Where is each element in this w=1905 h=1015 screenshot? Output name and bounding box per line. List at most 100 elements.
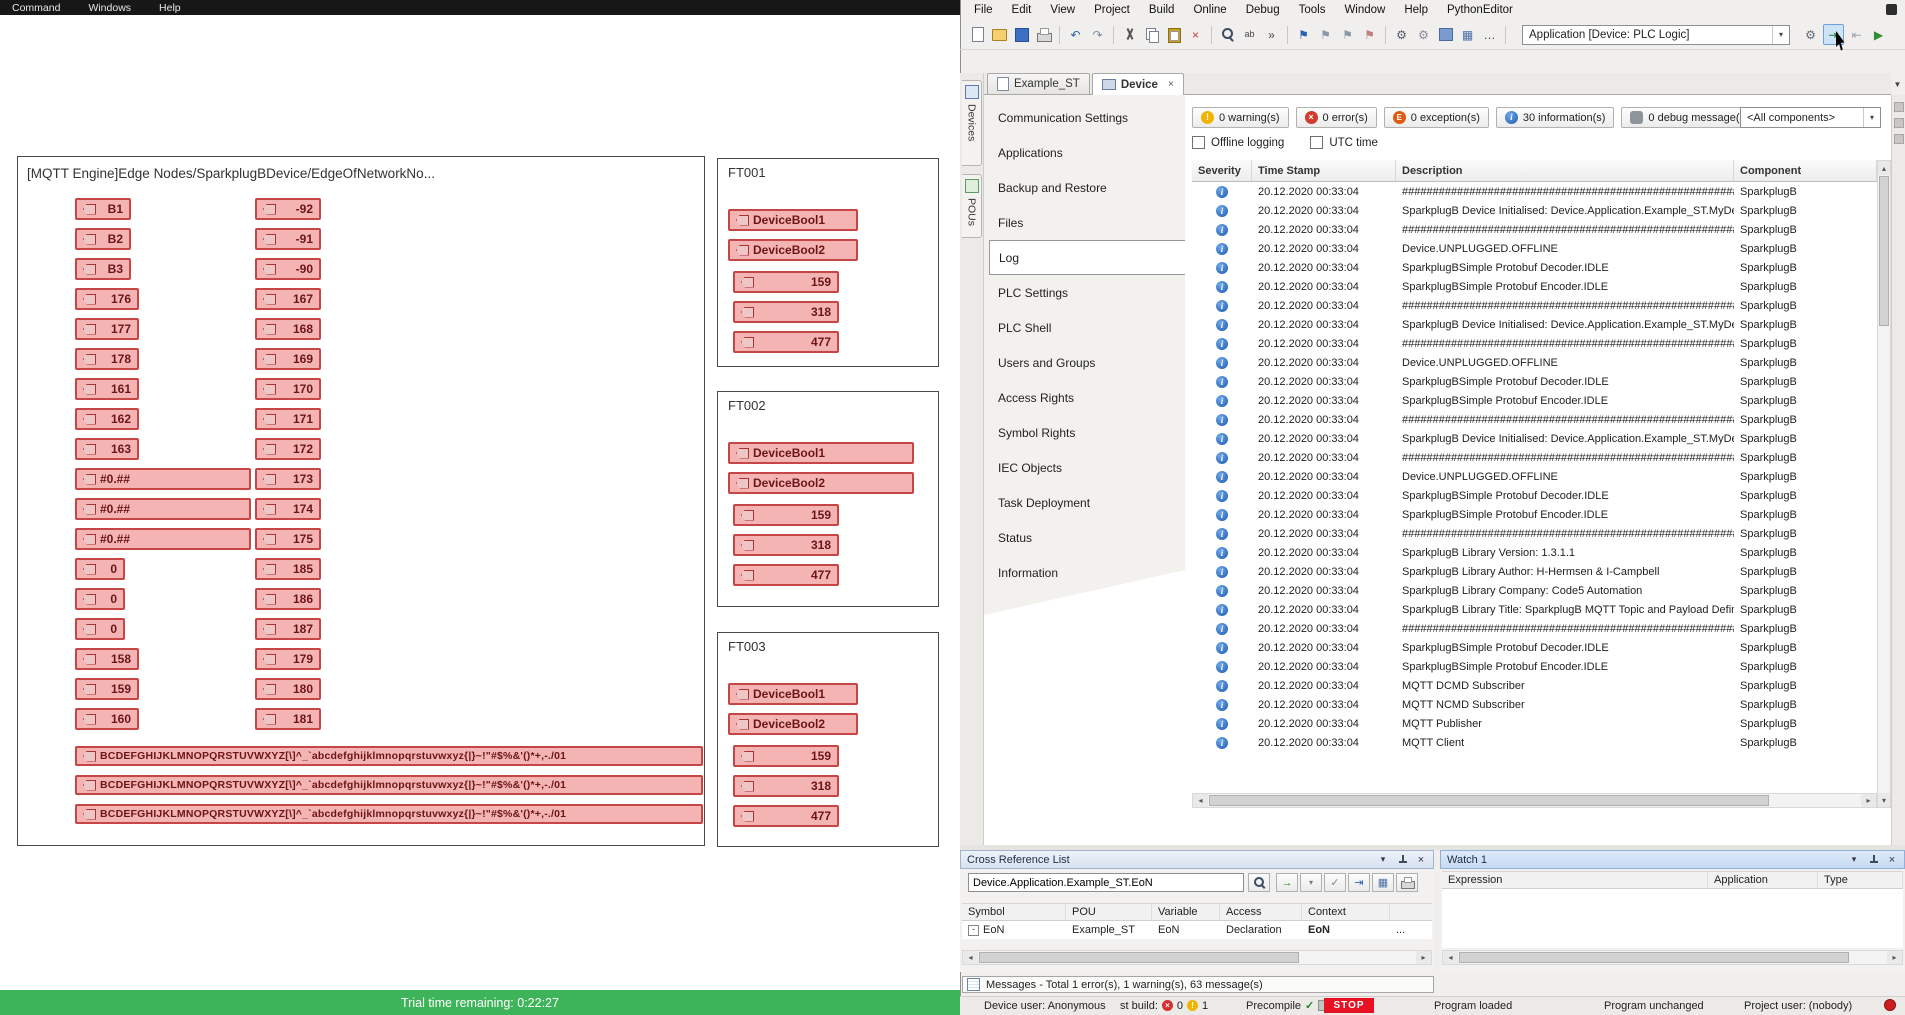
side-tab-pous[interactable]: POUs xyxy=(962,174,982,238)
cross-ref-row[interactable]: - EoN Example_ST EoN Declaration EoN ... xyxy=(962,921,1432,939)
log-row[interactable]: 20.12.2020 00:33:04MQTT ClientSparkplugB xyxy=(1192,733,1877,752)
project-grid-icon[interactable]: ▦ xyxy=(1458,25,1477,44)
log-row[interactable]: 20.12.2020 00:33:04#####################… xyxy=(1192,182,1877,201)
compile-icon[interactable]: ⚙ xyxy=(1392,25,1411,44)
scrollbar-thumb[interactable] xyxy=(1879,176,1889,326)
find-icon[interactable] xyxy=(1218,25,1237,44)
print-icon[interactable] xyxy=(1034,25,1053,44)
log-column-severity[interactable]: Severity xyxy=(1192,160,1252,181)
log-column-component[interactable]: Component xyxy=(1734,160,1877,181)
jump-to-icon[interactable]: ⇥ xyxy=(1348,873,1370,892)
log-row[interactable]: 20.12.2020 00:33:04SparkplugB Library Co… xyxy=(1192,581,1877,600)
menu-item-windows[interactable]: Windows xyxy=(88,2,131,14)
print-icon[interactable] xyxy=(1396,873,1418,892)
messages-bar[interactable]: Messages - Total 1 error(s), 1 warning(s… xyxy=(962,976,1434,993)
log-row[interactable]: 20.12.2020 00:33:04SparkplugB Device Ini… xyxy=(1192,315,1877,334)
log-column-description[interactable]: Description xyxy=(1396,160,1734,181)
chevron-down-icon[interactable]: ▾ xyxy=(1863,108,1880,127)
device-nav-plc-shell[interactable]: PLC Shell xyxy=(984,310,1185,345)
paste-icon[interactable] xyxy=(1164,25,1183,44)
pin-icon[interactable] xyxy=(1867,854,1879,866)
menu-item-debug[interactable]: Debug xyxy=(1246,4,1280,16)
search-icon[interactable] xyxy=(1248,873,1270,892)
log-filter-exception[interactable]: E0 exception(s) xyxy=(1384,107,1489,128)
log-row[interactable]: 20.12.2020 00:33:04SparkplugBSimple Prot… xyxy=(1192,638,1877,657)
device-nav-plc-settings[interactable]: PLC Settings xyxy=(984,275,1185,310)
device-nav-iec-objects[interactable]: IEC Objects xyxy=(984,450,1185,485)
copy-icon[interactable] xyxy=(1142,25,1161,44)
log-row[interactable]: 20.12.2020 00:33:04MQTT PublisherSparkpl… xyxy=(1192,714,1877,733)
delete-icon[interactable]: × xyxy=(1186,25,1205,44)
device-nav-status[interactable]: Status xyxy=(984,520,1185,555)
cut-icon[interactable] xyxy=(1120,25,1139,44)
watch-column-expression[interactable]: Expression xyxy=(1442,872,1708,888)
bookmark-clear-icon[interactable]: ⚑ xyxy=(1360,25,1379,44)
log-row[interactable]: 20.12.2020 00:33:04SparkplugB Device Ini… xyxy=(1192,429,1877,448)
tab-device[interactable]: Device× xyxy=(1092,73,1184,95)
log-row[interactable]: 20.12.2020 00:33:04SparkplugBSimple Prot… xyxy=(1192,391,1877,410)
menu-item-build[interactable]: Build xyxy=(1149,4,1175,16)
checkbox-utc-time[interactable]: UTC time xyxy=(1310,136,1378,149)
cross-reference-header[interactable]: Cross Reference List ▾ × xyxy=(960,850,1434,869)
menu-item-tools[interactable]: Tools xyxy=(1299,4,1326,16)
scroll-up-icon[interactable]: ▴ xyxy=(1878,161,1890,175)
replace-icon[interactable]: ab xyxy=(1240,25,1259,44)
go-icon[interactable]: → xyxy=(1276,873,1298,892)
scroll-right-icon[interactable]: ▸ xyxy=(1416,951,1431,964)
device-nav-log[interactable]: Log xyxy=(989,240,1185,275)
scrollbar-thumb[interactable] xyxy=(1209,795,1769,806)
device-nav-information[interactable]: Information xyxy=(984,555,1185,590)
menu-item-file[interactable]: File xyxy=(974,4,993,16)
bookmark-next-icon[interactable]: ⚑ xyxy=(1316,25,1335,44)
online-config-icon[interactable]: ⚙ xyxy=(1801,25,1820,44)
log-filter-debug[interactable]: 0 debug message(s) xyxy=(1621,107,1757,128)
bookmark-icon[interactable]: ⚑ xyxy=(1294,25,1313,44)
close-icon[interactable]: × xyxy=(1886,854,1898,866)
log-row[interactable]: 20.12.2020 00:33:04Device.UNPLUGGED.OFFL… xyxy=(1192,353,1877,372)
tab-example_st[interactable]: Example_ST xyxy=(987,73,1090,94)
xref-column-context[interactable]: Context xyxy=(1302,904,1390,920)
xref-column-symbol[interactable]: Symbol xyxy=(962,904,1066,920)
start-icon[interactable]: ▶ xyxy=(1869,25,1888,44)
panel-menu-icon[interactable]: ▾ xyxy=(1848,854,1860,866)
docked-panel-icon[interactable] xyxy=(1894,134,1904,144)
device-nav-backup-and-restore[interactable]: Backup and Restore xyxy=(984,170,1185,205)
log-row[interactable]: 20.12.2020 00:33:04Device.UNPLUGGED.OFFL… xyxy=(1192,467,1877,486)
log-row[interactable]: 20.12.2020 00:33:04SparkplugBSimple Prot… xyxy=(1192,486,1877,505)
close-tab-icon[interactable]: × xyxy=(1168,79,1174,90)
close-icon[interactable]: × xyxy=(1415,854,1427,866)
scroll-left-icon[interactable]: ◂ xyxy=(1443,951,1458,964)
menu-item-window[interactable]: Window xyxy=(1344,4,1385,16)
watch-header[interactable]: Watch 1 ▾ × xyxy=(1440,850,1905,869)
log-row[interactable]: 20.12.2020 00:33:04SparkplugBSimple Prot… xyxy=(1192,258,1877,277)
log-row[interactable]: 20.12.2020 00:33:04#####################… xyxy=(1192,448,1877,467)
watch-column-application[interactable]: Application xyxy=(1708,872,1818,888)
log-row[interactable]: 20.12.2020 00:33:04SparkplugBSimple Prot… xyxy=(1192,372,1877,391)
log-row[interactable]: 20.12.2020 00:33:04SparkplugB Device Ini… xyxy=(1192,201,1877,220)
menu-item-help[interactable]: Help xyxy=(1404,4,1428,16)
generate-code-icon[interactable]: ⚙ xyxy=(1414,25,1433,44)
redo-icon[interactable]: ↷ xyxy=(1088,25,1107,44)
docked-panel-icon[interactable] xyxy=(1894,102,1904,112)
watch-table-body[interactable] xyxy=(1442,889,1903,948)
device-nav-applications[interactable]: Applications xyxy=(984,135,1185,170)
scroll-right-icon[interactable]: ▸ xyxy=(1861,794,1876,807)
device-nav-task-deployment[interactable]: Task Deployment xyxy=(984,485,1185,520)
menu-item-edit[interactable]: Edit xyxy=(1012,4,1032,16)
checkbox-box[interactable] xyxy=(1192,136,1205,149)
scroll-right-icon[interactable]: ▸ xyxy=(1887,951,1902,964)
input-assistant-icon[interactable]: … xyxy=(1480,25,1499,44)
menu-item-command[interactable]: Command xyxy=(12,2,60,14)
log-row[interactable]: 20.12.2020 00:33:04#####################… xyxy=(1192,619,1877,638)
xref-column-access[interactable]: Access xyxy=(1220,904,1302,920)
log-row[interactable]: 20.12.2020 00:33:04#####################… xyxy=(1192,524,1877,543)
active-application-combo[interactable]: Application [Device: PLC Logic]▾ xyxy=(1522,25,1790,45)
scrollbar-thumb[interactable] xyxy=(979,952,1299,963)
log-row[interactable]: 20.12.2020 00:33:04SparkplugB Library Au… xyxy=(1192,562,1877,581)
log-filter-warning[interactable]: !0 warning(s) xyxy=(1192,107,1289,128)
log-row[interactable]: 20.12.2020 00:33:04MQTT DCMD SubscriberS… xyxy=(1192,676,1877,695)
log-row[interactable]: 20.12.2020 00:33:04MQTT NCMD SubscriberS… xyxy=(1192,695,1877,714)
components-filter-combo[interactable]: <All components> ▾ xyxy=(1740,107,1881,128)
side-tab-devices[interactable]: Devices xyxy=(962,80,982,166)
menu-item-view[interactable]: View xyxy=(1050,4,1075,16)
